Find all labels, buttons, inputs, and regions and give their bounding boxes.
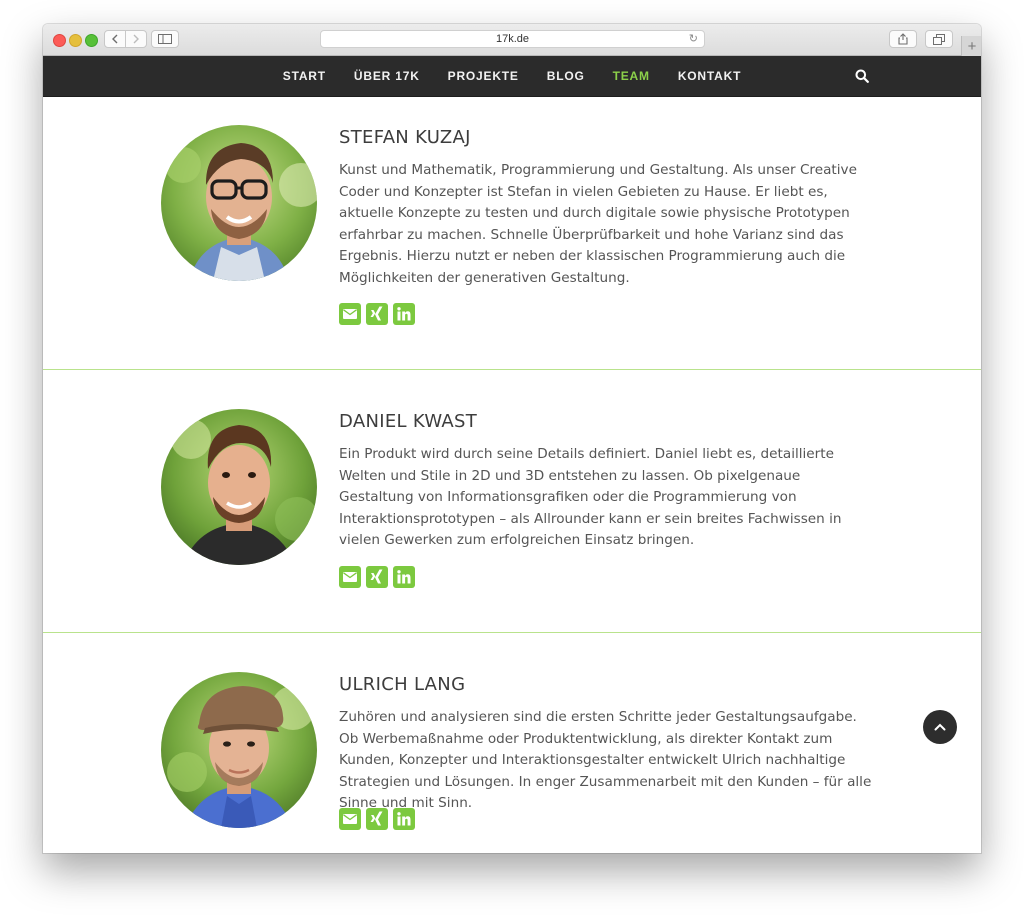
browser-window: 17k.de ↻ + START ÜBER 17K PROJEKTE BLOG …: [43, 24, 981, 853]
url-text: 17k.de: [495, 33, 530, 45]
member-name: STEFAN KUZAJ: [339, 127, 471, 148]
avatar: [161, 409, 317, 565]
main-menu: START ÜBER 17K PROJEKTE BLOG TEAM KONTAK…: [43, 56, 981, 96]
xing-icon: [370, 811, 383, 826]
team-member: STEFAN KUZAJ Kunst und Mathematik, Progr…: [43, 96, 981, 369]
site-navigation: START ÜBER 17K PROJEKTE BLOG TEAM KONTAK…: [43, 56, 981, 97]
avatar: [161, 672, 317, 828]
team-member: DANIEL KWAST Ein Produkt wird durch sein…: [43, 370, 981, 632]
xing-button[interactable]: [366, 808, 388, 830]
new-tab-button[interactable]: +: [961, 36, 981, 56]
nav-item-team[interactable]: TEAM: [613, 56, 650, 96]
minimize-window-button[interactable]: [69, 34, 82, 47]
address-bar[interactable]: 17k.de ↻: [320, 30, 705, 48]
mail-icon: [343, 814, 357, 824]
nav-item-blog[interactable]: BLOG: [547, 56, 585, 96]
linkedin-icon: [397, 570, 411, 584]
browser-toolbar: 17k.de ↻ +: [43, 24, 981, 56]
search-icon[interactable]: [855, 69, 869, 83]
social-links: [339, 566, 415, 588]
team-member: ULRICH LANG Zuhören und analysieren sind…: [43, 633, 981, 853]
member-bio: Kunst und Mathematik, Programmierung und…: [339, 162, 857, 286]
sidebar-toggle-button[interactable]: [151, 30, 179, 48]
tabs-overview-button[interactable]: [925, 30, 953, 48]
nav-item-projekte[interactable]: PROJEKTE: [448, 56, 519, 96]
scroll-to-top-button[interactable]: [923, 710, 957, 744]
mail-icon: [343, 309, 357, 319]
member-name: DANIEL KWAST: [339, 411, 478, 432]
member-name: ULRICH LANG: [339, 674, 466, 695]
linkedin-button[interactable]: [393, 303, 415, 325]
linkedin-icon: [397, 812, 411, 826]
mail-button[interactable]: [339, 566, 361, 588]
linkedin-icon: [397, 307, 411, 321]
chevron-right-icon: [133, 34, 139, 44]
portrait-image: [161, 125, 317, 281]
chevron-up-icon: [934, 723, 946, 731]
nav-item-kontakt[interactable]: KONTAKT: [678, 56, 741, 96]
xing-button[interactable]: [366, 566, 388, 588]
nav-item-start[interactable]: START: [283, 56, 326, 96]
linkedin-button[interactable]: [393, 566, 415, 588]
forward-button[interactable]: [125, 30, 147, 48]
mail-button[interactable]: [339, 808, 361, 830]
portrait-image: [161, 672, 317, 828]
tabs-icon: [933, 33, 945, 45]
xing-icon: [370, 306, 383, 321]
nav-item-ueber-17k[interactable]: ÜBER 17K: [354, 56, 420, 96]
share-icon: [898, 33, 908, 45]
close-window-button[interactable]: [53, 34, 66, 47]
share-button[interactable]: [889, 30, 917, 48]
back-button[interactable]: [104, 30, 126, 48]
team-section: STEFAN KUZAJ Kunst und Mathematik, Progr…: [43, 96, 981, 853]
xing-button[interactable]: [366, 303, 388, 325]
social-links: [339, 808, 415, 830]
xing-icon: [370, 569, 383, 584]
linkedin-button[interactable]: [393, 808, 415, 830]
reload-icon[interactable]: ↻: [689, 32, 698, 45]
zoom-window-button[interactable]: [85, 34, 98, 47]
social-links: [339, 303, 415, 325]
member-bio: Zuhören und analysieren sind die ersten …: [339, 709, 872, 812]
avatar: [161, 125, 317, 281]
chevron-left-icon: [112, 34, 118, 44]
sidebar-icon: [158, 34, 172, 44]
mail-icon: [343, 572, 357, 582]
mail-button[interactable]: [339, 303, 361, 325]
portrait-image: [161, 409, 317, 565]
member-bio: Ein Produkt wird durch seine Details def…: [339, 446, 842, 549]
